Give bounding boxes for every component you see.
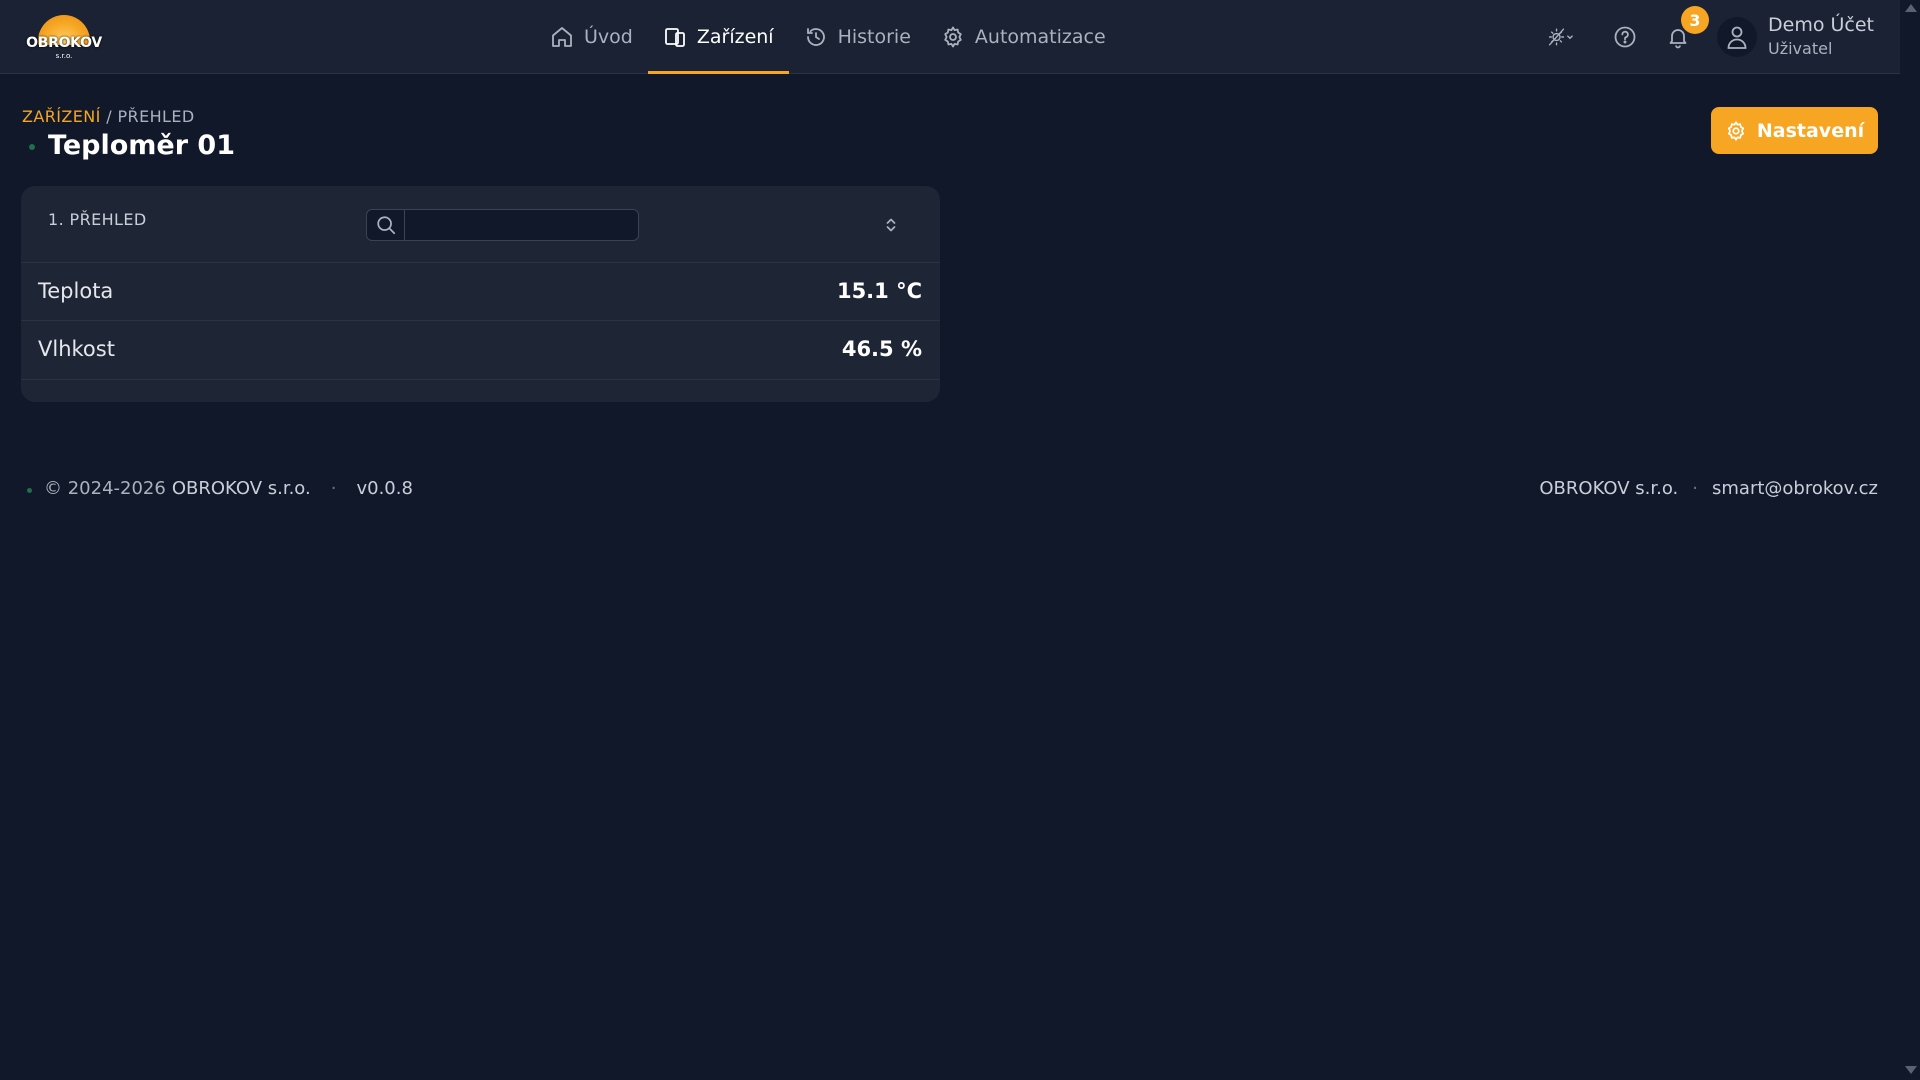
table-row: Vlhkost 46.5 % (21, 320, 940, 378)
user-icon (1727, 26, 1747, 49)
nav-item-label: Zařízení (696, 26, 774, 48)
search-input[interactable] (407, 210, 637, 240)
nav-item-label: Historie (837, 26, 911, 48)
theme-toggle[interactable] (1537, 22, 1583, 52)
sort-toggle[interactable] (881, 213, 901, 237)
row-label: Teplota (38, 279, 114, 303)
search-icon (367, 210, 405, 240)
overview-card: 1. PŘEHLED Teplota 15.1 °C Vlhkost 46.5 … (21, 186, 940, 402)
notification-count-badge: 3 (1681, 6, 1709, 34)
help-circle-icon (1614, 26, 1636, 48)
brand-logo[interactable]: OBROKOV s.r.o. (26, 12, 102, 62)
footer-right: OBROKOV s.r.o. · smart@obrokov.cz (1539, 478, 1878, 499)
section-label: 1. PŘEHLED (48, 210, 147, 229)
settings-button[interactable]: Nastavení (1711, 107, 1878, 154)
page-title: Teploměr 01 (48, 130, 236, 161)
nav-item-automatizace[interactable]: Automatizace (926, 0, 1121, 74)
nav-item-uvod[interactable]: Úvod (535, 0, 648, 74)
user-role: Uživatel (1768, 39, 1833, 58)
home-icon (552, 27, 572, 47)
devices-icon (664, 28, 685, 47)
row-label: Vlhkost (38, 337, 115, 361)
user-name[interactable]: Demo Účet (1768, 14, 1874, 36)
history-icon (806, 28, 825, 46)
row-value: 46.5 % (841, 337, 922, 361)
table-end-divider (21, 379, 940, 380)
footer-left: © 2024-2026 OBROKOV s.r.o. · v0.0.8 (44, 478, 413, 499)
footer-company-right: OBROKOV s.r.o. (1539, 478, 1679, 499)
nav-item-label: Úvod (584, 26, 633, 48)
scroll-down-arrow-icon[interactable] (1905, 1066, 1917, 1074)
top-navbar: OBROKOV s.r.o. Úvod Zařízení Historie Au… (0, 0, 1900, 74)
footer-copyright: © 2024-2026 (44, 478, 166, 499)
logo-brand-suffix: s.r.o. (55, 52, 73, 60)
nav-item-label: Automatizace (974, 26, 1106, 48)
page-scrollbar[interactable] (1900, 0, 1920, 1080)
search-box (366, 209, 639, 241)
logo-brand-name: OBROKOV (26, 35, 102, 51)
row-value: 15.1 °C (836, 279, 922, 303)
breadcrumb: ZAŘÍZENÍ / PŘEHLED (22, 107, 195, 126)
footer-separator: · (330, 478, 337, 499)
automation-gear-icon (944, 26, 962, 48)
scroll-up-arrow-icon[interactable] (1905, 4, 1917, 12)
sun-slash-icon (1548, 28, 1573, 46)
footer-email-link[interactable]: smart@obrokov.cz (1712, 478, 1878, 499)
gear-icon (1727, 120, 1744, 141)
main-nav: Úvod Zařízení Historie Automatizace (535, 0, 1121, 74)
breadcrumb-current: PŘEHLED (117, 107, 195, 126)
nav-item-zarizeni[interactable]: Zařízení (647, 0, 789, 74)
footer-company: OBROKOV s.r.o. (171, 478, 311, 499)
footer-status-dot (27, 488, 32, 493)
breadcrumb-separator: / (106, 107, 112, 126)
chevron-up-down-icon (886, 218, 896, 232)
user-avatar[interactable] (1717, 17, 1757, 57)
device-status-dot (29, 144, 35, 150)
footer-separator: · (1692, 478, 1699, 499)
help-button[interactable] (1610, 22, 1640, 52)
card-header: 1. PŘEHLED (21, 186, 940, 262)
footer-version: v0.0.8 (356, 478, 413, 499)
settings-button-label: Nastavení (1756, 119, 1865, 142)
breadcrumb-link-zarizeni[interactable]: ZAŘÍZENÍ (22, 107, 101, 126)
nav-item-historie[interactable]: Historie (789, 0, 926, 74)
table-row: Teplota 15.1 °C (21, 262, 940, 320)
